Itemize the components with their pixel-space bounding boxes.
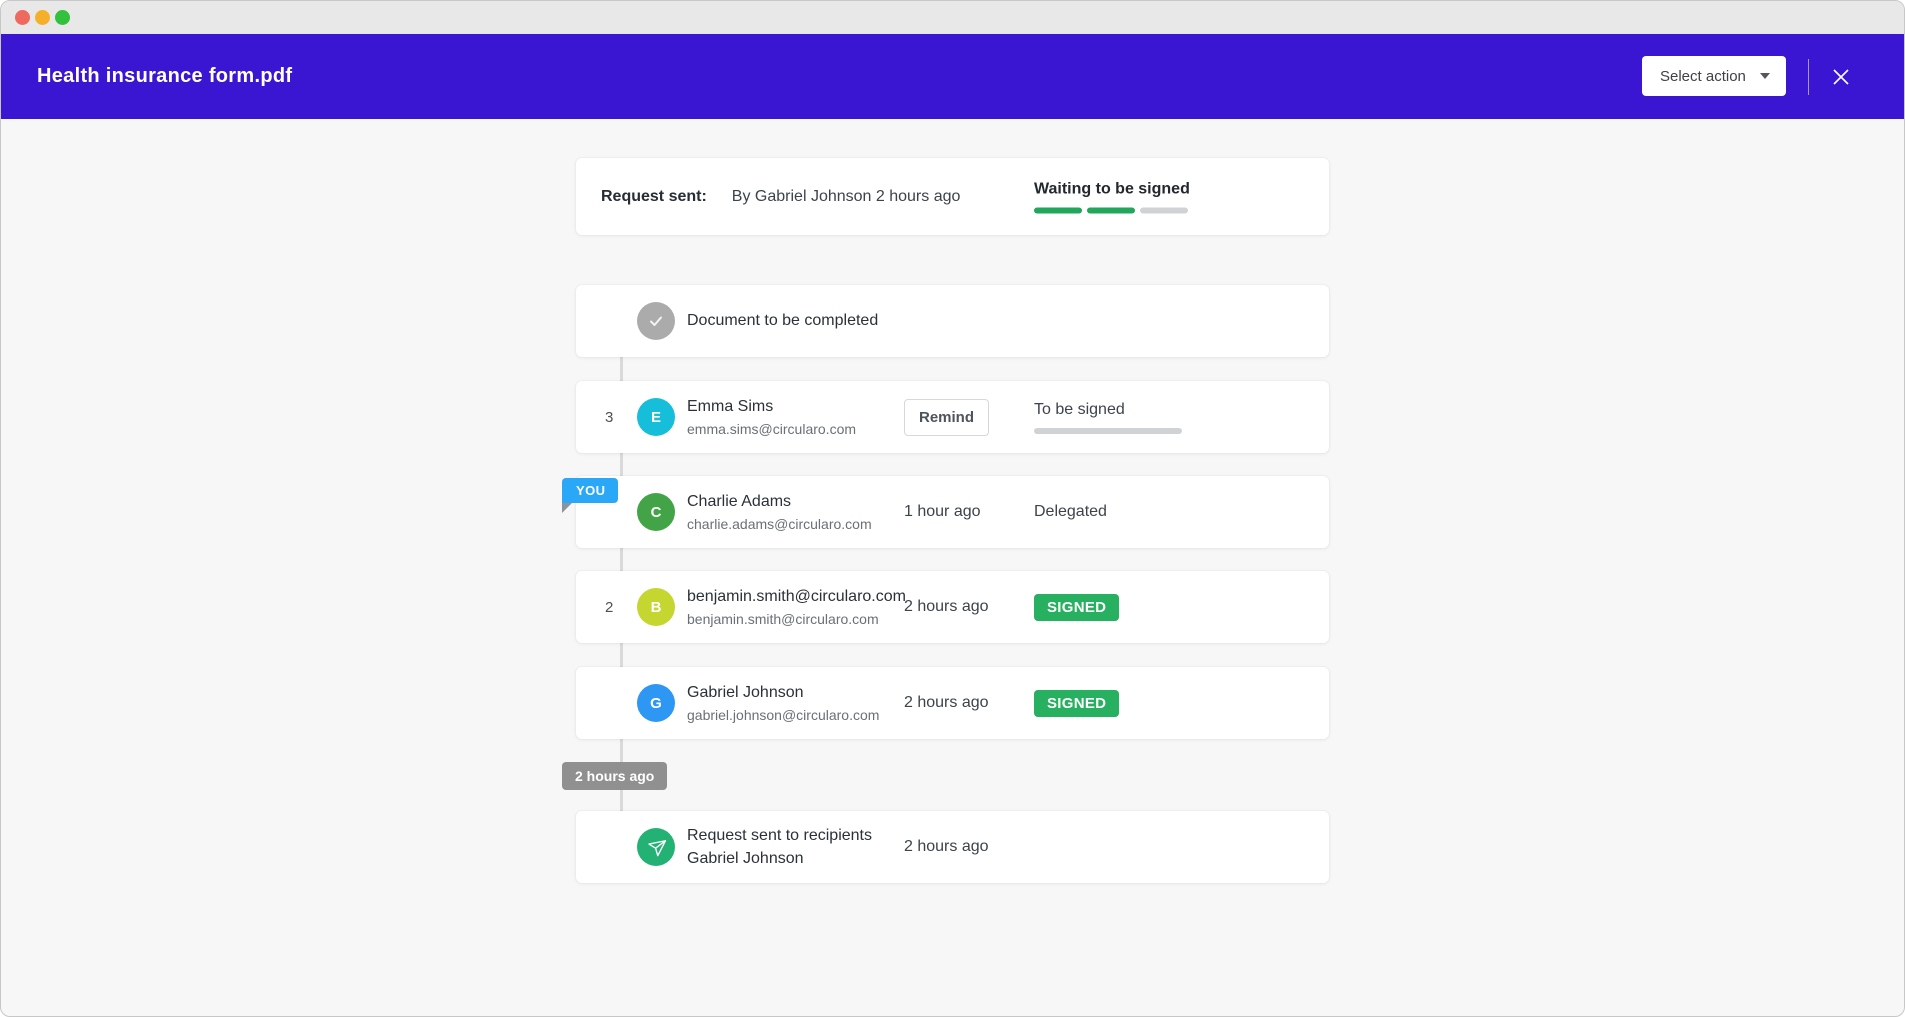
check-icon <box>647 312 665 330</box>
request-summary-card: Request sent: By Gabriel Johnson 2 hours… <box>576 158 1329 235</box>
recipient-time: 2 hours ago <box>904 694 1034 712</box>
recipient-status: To be signed <box>1034 401 1329 419</box>
avatar: C <box>637 493 675 531</box>
recipient-name: Charlie Adams <box>687 493 904 511</box>
recipient-time: 1 hour ago <box>904 503 1034 521</box>
request-sent-label: Request sent: <box>601 188 707 206</box>
signing-order: 3 <box>576 409 637 426</box>
close-icon <box>1831 67 1851 87</box>
maximize-traffic-light[interactable] <box>55 10 70 25</box>
event-time: 2 hours ago <box>904 838 1034 856</box>
request-sent-by: By Gabriel Johnson 2 hours ago <box>732 188 961 206</box>
overall-status: Waiting to be signed <box>1034 180 1193 213</box>
recipient-status-bar <box>1034 428 1182 434</box>
recipient-row-benjamin: 2 B benjamin.smith@circularo.com benjami… <box>576 571 1329 643</box>
recipient-row-gabriel: G Gabriel Johnson gabriel.johnson@circul… <box>576 667 1329 739</box>
titlebar <box>1 1 1904 34</box>
signed-status-badge: SIGNED <box>1034 594 1119 621</box>
recipient-row-charlie: YOU C Charlie Adams charlie.adams@circul… <box>576 476 1329 548</box>
sent-event-row: Request sent to recipients Gabriel Johns… <box>576 811 1329 883</box>
recipient-name: Emma Sims <box>687 398 904 416</box>
progress-segment-3 <box>1140 207 1188 213</box>
recipient-email: emma.sims@circularo.com <box>687 421 904 437</box>
sent-event-avatar <box>637 828 675 866</box>
chevron-down-icon <box>1760 73 1770 79</box>
time-marker-badge: 2 hours ago <box>562 762 667 790</box>
recipient-email: charlie.adams@circularo.com <box>687 516 904 532</box>
close-traffic-light[interactable] <box>15 10 30 25</box>
event-title: Request sent to recipients <box>687 827 904 845</box>
minimize-traffic-light[interactable] <box>35 10 50 25</box>
you-badge: YOU <box>562 478 618 503</box>
recipient-email: gabriel.johnson@circularo.com <box>687 707 904 723</box>
document-header: Health insurance form.pdf Select action <box>1 34 1904 119</box>
close-button[interactable] <box>1828 64 1854 90</box>
event-actor: Gabriel Johnson <box>687 850 904 868</box>
avatar: E <box>637 398 675 436</box>
signed-status-badge: SIGNED <box>1034 690 1119 717</box>
avatar: G <box>637 684 675 722</box>
milestone-row: Document to be completed <box>576 285 1329 357</box>
milestone-avatar <box>637 302 675 340</box>
signing-timeline: Document to be completed 3 E Emma Sims e… <box>576 285 1329 883</box>
recipient-time: 2 hours ago <box>904 598 1034 616</box>
milestone-label: Document to be completed <box>687 312 904 330</box>
page-title: Health insurance form.pdf <box>37 65 292 88</box>
header-divider <box>1808 59 1809 95</box>
progress-segment-1 <box>1034 207 1082 213</box>
signing-progress-bar <box>1034 207 1193 213</box>
content-area: Request sent: By Gabriel Johnson 2 hours… <box>1 119 1904 1017</box>
select-action-button[interactable]: Select action <box>1642 56 1786 96</box>
avatar: B <box>637 588 675 626</box>
recipient-name: Gabriel Johnson <box>687 684 904 702</box>
recipient-email: benjamin.smith@circularo.com <box>687 611 904 627</box>
remind-button[interactable]: Remind <box>904 399 989 436</box>
recipient-name: benjamin.smith@circularo.com <box>687 588 904 606</box>
overall-status-title: Waiting to be signed <box>1034 180 1193 198</box>
recipient-row-emma: 3 E Emma Sims emma.sims@circularo.com Re… <box>576 381 1329 453</box>
select-action-label: Select action <box>1660 68 1746 85</box>
progress-segment-2 <box>1087 207 1135 213</box>
signing-order: 2 <box>576 599 637 616</box>
paper-plane-icon <box>645 836 666 857</box>
recipient-status: Delegated <box>1034 503 1329 521</box>
app-window: Health insurance form.pdf Select action … <box>0 0 1905 1017</box>
